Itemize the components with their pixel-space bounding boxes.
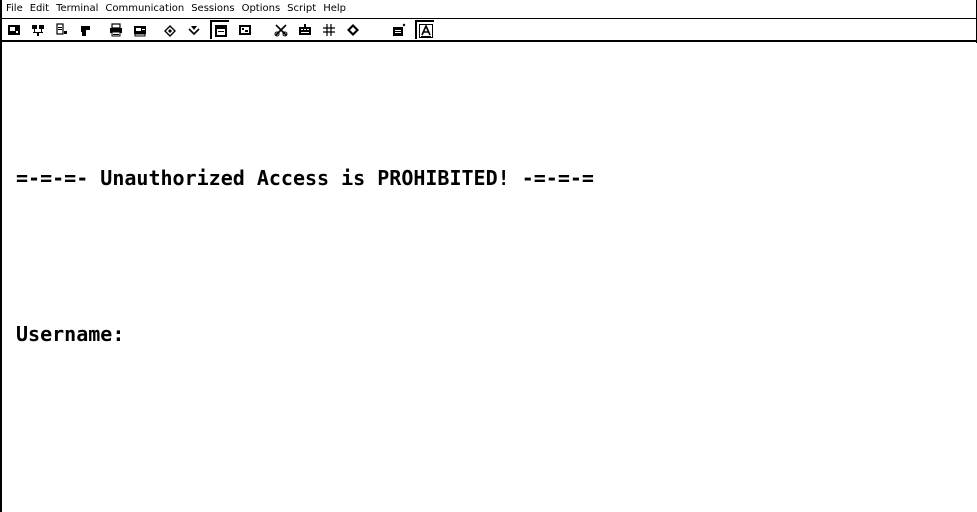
menu-communication[interactable]: Communication: [102, 2, 188, 16]
font-icon[interactable]: [415, 20, 434, 39]
paste-icon[interactable]: [78, 22, 94, 38]
grid-icon[interactable]: [321, 22, 337, 38]
terminal-banner: =-=-=- Unauthorized Access is PROHIBITED…: [16, 166, 594, 190]
screen-icon[interactable]: [237, 22, 253, 38]
print-icon[interactable]: [108, 22, 124, 38]
tools-icon[interactable]: [273, 22, 289, 38]
menu-terminal[interactable]: Terminal: [53, 2, 102, 16]
script-icon[interactable]: [345, 22, 361, 38]
terminal-window-icon[interactable]: [210, 20, 229, 39]
capture-icon[interactable]: [391, 22, 407, 38]
menu-options[interactable]: Options: [239, 2, 285, 16]
print-screen-icon[interactable]: [132, 22, 148, 38]
menu-file[interactable]: File: [3, 2, 27, 16]
menu-edit[interactable]: Edit: [27, 2, 53, 16]
menu-script[interactable]: Script: [284, 2, 320, 16]
menu-sessions[interactable]: Sessions: [188, 2, 238, 16]
menu-help[interactable]: Help: [320, 2, 350, 16]
terminal-app-window: File Edit Terminal Communication Session…: [0, 0, 977, 512]
terminal-screen[interactable]: =-=-=- Unauthorized Access is PROHIBITED…: [4, 43, 977, 512]
keyboard-icon[interactable]: [297, 22, 313, 38]
menu-bar: File Edit Terminal Communication Session…: [2, 0, 977, 19]
connect-icon[interactable]: [30, 22, 46, 38]
new-session-icon[interactable]: [6, 22, 22, 38]
terminal-prompt: Username:: [16, 322, 125, 346]
send-file-icon[interactable]: [162, 22, 178, 38]
toolbar: [2, 19, 977, 42]
properties-icon[interactable]: [54, 22, 70, 38]
receive-file-icon[interactable]: [186, 22, 202, 38]
